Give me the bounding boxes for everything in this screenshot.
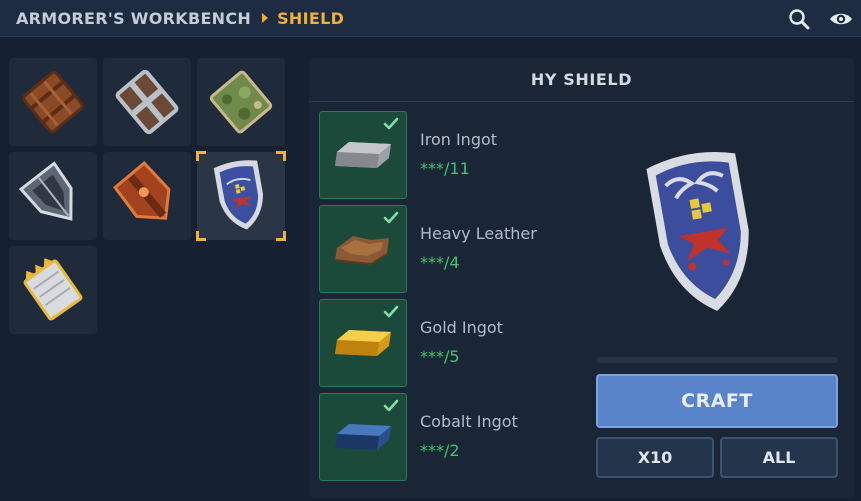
- item-slot-silver-kite-shield[interactable]: [9, 152, 97, 240]
- item-slot-copper-ornate-shield[interactable]: [103, 152, 191, 240]
- item-slot-iron-banded-shield[interactable]: [103, 58, 191, 146]
- recipe-title: HY SHIELD: [309, 58, 854, 102]
- ingredient-count: ***/2: [420, 441, 460, 460]
- ingredient-count: ***/5: [420, 347, 460, 366]
- breadcrumb-arrow-icon: [262, 13, 269, 23]
- item-slot-hy-shield[interactable]: [196, 151, 286, 241]
- craft-progress-bar: [596, 357, 838, 363]
- iron-banded-shield-icon: [115, 69, 179, 135]
- ingredient-slot-cobalt-ingot[interactable]: [319, 393, 407, 481]
- hy-shield-preview-icon: [646, 152, 749, 311]
- ingredient-count: ***/11: [420, 159, 470, 178]
- ingredient-slot-heavy-leather[interactable]: [319, 205, 407, 293]
- eye-icon[interactable]: [828, 6, 854, 32]
- check-icon: [383, 211, 399, 224]
- recipe-panel: HY SHIELD Iron Ingot ***/11 Heavy Leathe…: [309, 58, 854, 498]
- ingredient-name: Gold Ingot: [420, 318, 503, 337]
- leafy-shield-icon: [209, 70, 273, 134]
- golden-tower-shield-icon: [23, 258, 83, 321]
- breadcrumb-current: SHIELD: [277, 8, 345, 28]
- item-slot-golden-tower-shield[interactable]: [9, 246, 97, 334]
- check-icon: [383, 117, 399, 130]
- hy-shield-icon: [213, 160, 264, 230]
- item-slot-wooden-shield[interactable]: [9, 58, 97, 146]
- header-bar: ARMORER'S WORKBENCH SHIELD: [0, 0, 861, 37]
- craft-all-button[interactable]: ALL: [720, 437, 838, 478]
- silver-kite-shield-icon: [18, 161, 73, 221]
- check-icon: [383, 305, 399, 318]
- craft-button[interactable]: CRAFT: [596, 374, 838, 428]
- breadcrumb-root[interactable]: ARMORER'S WORKBENCH: [16, 9, 251, 28]
- wooden-shield-icon: [22, 71, 84, 133]
- ingredient-slot-iron-ingot[interactable]: [319, 111, 407, 199]
- ingredient-name: Cobalt Ingot: [420, 412, 518, 431]
- craft-x10-button[interactable]: X10: [596, 437, 714, 478]
- check-icon: [383, 399, 399, 412]
- copper-ornate-shield-icon: [113, 161, 171, 220]
- gold-ingot-icon: [335, 330, 391, 356]
- search-icon[interactable]: [786, 6, 812, 32]
- iron-ingot-icon: [335, 142, 391, 168]
- ingredient-slot-gold-ingot[interactable]: [319, 299, 407, 387]
- item-slot-leafy-shield[interactable]: [197, 58, 285, 146]
- ingredient-name: Iron Ingot: [420, 130, 498, 149]
- ingredient-count: ***/4: [420, 253, 460, 272]
- heavy-leather-icon: [334, 236, 389, 266]
- cobalt-ingot-icon: [335, 424, 391, 450]
- ingredient-name: Heavy Leather: [420, 224, 537, 243]
